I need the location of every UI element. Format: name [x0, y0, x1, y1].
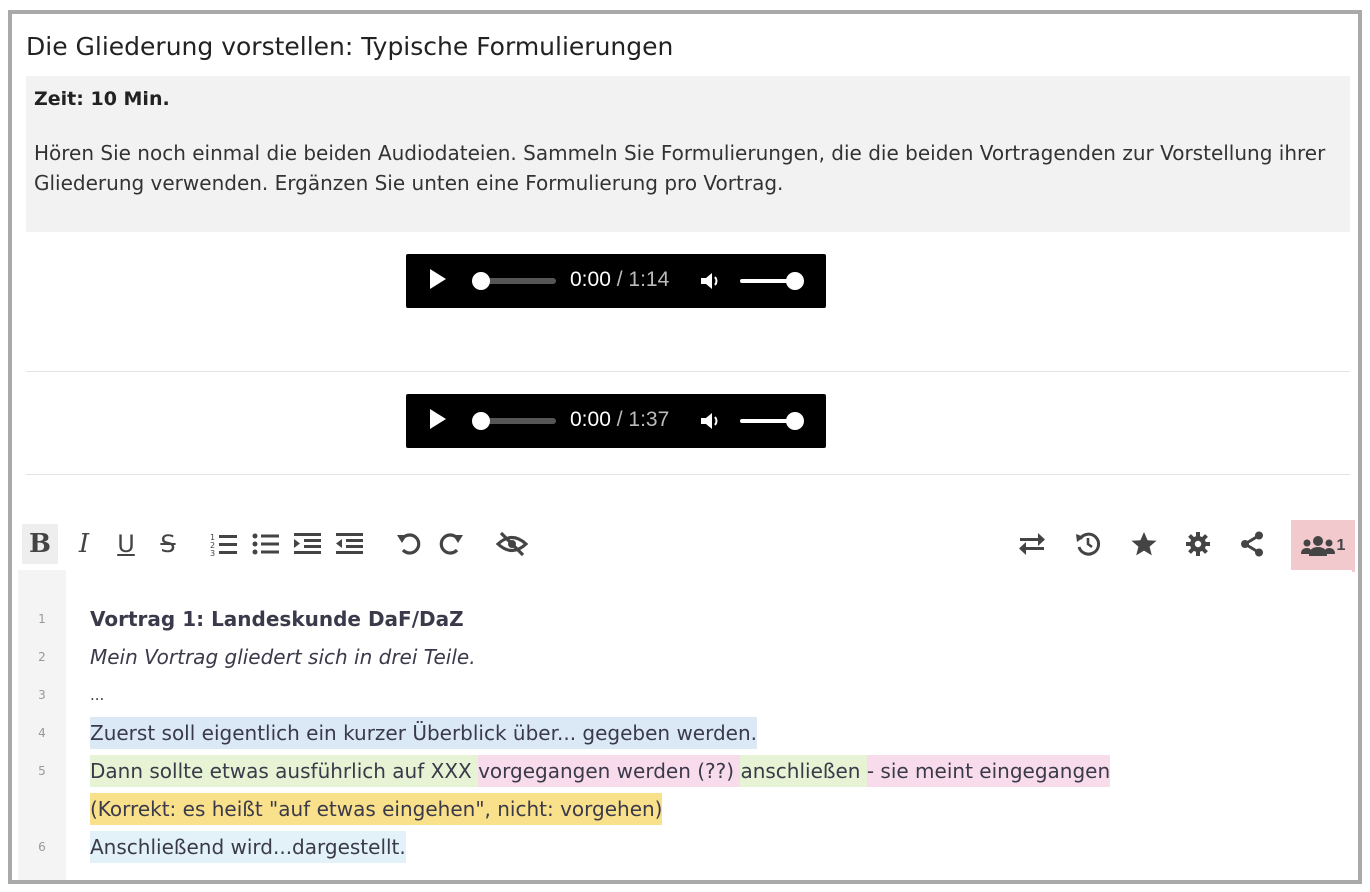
- bold-icon: B: [29, 529, 51, 559]
- share-button[interactable]: [1234, 524, 1270, 564]
- divider: [26, 474, 1350, 475]
- volume-slider[interactable]: [740, 279, 792, 283]
- star-icon: [1131, 532, 1157, 556]
- redo-icon: [439, 533, 463, 555]
- editor-line-5: Dann sollte etwas ausführlich auf XXX vo…: [90, 752, 1111, 790]
- history-button[interactable]: [1070, 524, 1106, 564]
- line-number: 7: [18, 878, 66, 880]
- editor-line-6: Anschließend wird...dargestellt.: [90, 828, 406, 866]
- volume-icon[interactable]: [700, 411, 722, 431]
- undo-button[interactable]: [392, 524, 428, 564]
- audio-player-1: 0:00 / 1:14: [406, 254, 826, 308]
- highlighted-text: Zuerst soll eigentlich ein kurzer Überbl…: [90, 717, 758, 749]
- indent-button[interactable]: [290, 524, 326, 564]
- line-gutter: 1 2 3 4 5 6 7: [18, 570, 66, 880]
- underline-icon: U: [117, 530, 135, 558]
- text-editor[interactable]: 1 2 3 4 5 6 7 Vortrag 1: Landeskunde DaF…: [18, 570, 1352, 880]
- time-display: 0:00 / 1:37: [570, 408, 669, 432]
- highlighted-text: anschließen: [740, 755, 867, 787]
- line-text: Vortrag 1: Landeskunde DaF/DaZ: [90, 607, 464, 631]
- audio-player-2: 0:00 / 1:37: [406, 394, 826, 448]
- line-text: ...: [90, 686, 105, 704]
- task-box: Zeit: 10 Min. Hören Sie noch einmal die …: [26, 76, 1350, 232]
- line-number: 6: [38, 840, 46, 854]
- line-number: 2: [38, 650, 46, 664]
- volume-slider[interactable]: [740, 419, 792, 423]
- line-text: Mein Vortrag gliedert sich in drei Teile…: [90, 645, 476, 669]
- share-icon: [1241, 531, 1263, 557]
- favorite-button[interactable]: [1126, 524, 1162, 564]
- bold-button[interactable]: B: [22, 524, 58, 564]
- page-frame: Die Gliederung vorstellen: Typische Form…: [8, 10, 1362, 884]
- hide-icon: [496, 531, 528, 557]
- task-instruction: Hören Sie noch einmal die beiden Audioda…: [34, 141, 1326, 195]
- editor-line-2: Mein Vortrag gliedert sich in drei Teile…: [90, 638, 476, 676]
- highlighted-text: vorgegangen werden (??): [478, 755, 741, 787]
- collaborators-button[interactable]: 1: [1291, 520, 1355, 572]
- redo-button[interactable]: [432, 524, 468, 564]
- editor-line-4: Zuerst soll eigentlich ein kurzer Überbl…: [90, 714, 758, 752]
- users-icon: [1300, 536, 1335, 556]
- progress-knob[interactable]: [472, 272, 490, 290]
- editor-line-1: Vortrag 1: Landeskunde DaF/DaZ: [90, 600, 464, 638]
- editor-line-5-wrap: (Korrekt: es heißt "auf etwas eingehen",…: [90, 790, 663, 828]
- duration: 1:37: [628, 408, 670, 431]
- bullet-list-icon: [252, 533, 279, 555]
- svg-text:3: 3: [210, 549, 215, 556]
- editor-line-3: ...: [90, 676, 104, 714]
- ordered-list-icon: 123: [210, 533, 237, 556]
- play-icon[interactable]: [430, 409, 446, 429]
- duration: 1:14: [628, 268, 670, 291]
- line-number: 3: [38, 688, 46, 702]
- volume-knob[interactable]: [786, 412, 804, 430]
- strikethrough-icon: S: [160, 530, 176, 558]
- play-icon[interactable]: [430, 269, 446, 289]
- current-time: 0:00: [570, 268, 611, 291]
- strikethrough-button[interactable]: S: [150, 524, 186, 564]
- hide-button[interactable]: [494, 524, 530, 564]
- swap-button[interactable]: [1014, 524, 1050, 564]
- page-title: Die Gliederung vorstellen: Typische Form…: [26, 32, 674, 61]
- swap-icon: [1019, 533, 1045, 555]
- italic-button[interactable]: I: [66, 524, 102, 564]
- highlighted-text: - sie meint eingegangen: [866, 755, 1111, 787]
- line-number: 4: [38, 726, 46, 740]
- indent-icon: [294, 533, 321, 554]
- undo-icon: [397, 533, 421, 555]
- time-separator: /: [610, 268, 629, 291]
- highlighted-text: Anschließend wird...dargestellt.: [90, 831, 406, 863]
- ordered-list-button[interactable]: 123: [206, 524, 242, 564]
- volume-knob[interactable]: [786, 272, 804, 290]
- task-time: Zeit: 10 Min.: [34, 88, 170, 110]
- line-number: 1: [38, 612, 46, 626]
- history-icon: [1076, 532, 1101, 556]
- italic-icon: I: [78, 529, 90, 559]
- collaborator-count: 1: [1336, 537, 1346, 554]
- settings-button[interactable]: [1180, 524, 1216, 564]
- highlighted-text: Dann sollte etwas ausführlich auf XXX: [90, 755, 479, 787]
- underline-button[interactable]: U: [108, 524, 144, 564]
- time-display: 0:00 / 1:14: [570, 268, 669, 292]
- current-time: 0:00: [570, 408, 611, 431]
- line-number: 5: [38, 764, 46, 778]
- divider: [26, 371, 1350, 372]
- volume-icon[interactable]: [700, 271, 722, 291]
- progress-knob[interactable]: [472, 412, 490, 430]
- time-separator: /: [610, 408, 629, 431]
- outdent-icon: [336, 533, 363, 554]
- outdent-button[interactable]: [332, 524, 368, 564]
- gear-icon: [1186, 532, 1210, 556]
- bullet-list-button[interactable]: [248, 524, 284, 564]
- highlighted-text: (Korrekt: es heißt "auf etwas eingehen",…: [90, 793, 663, 825]
- editor-toolbar: B I U S 123 1: [18, 520, 1355, 572]
